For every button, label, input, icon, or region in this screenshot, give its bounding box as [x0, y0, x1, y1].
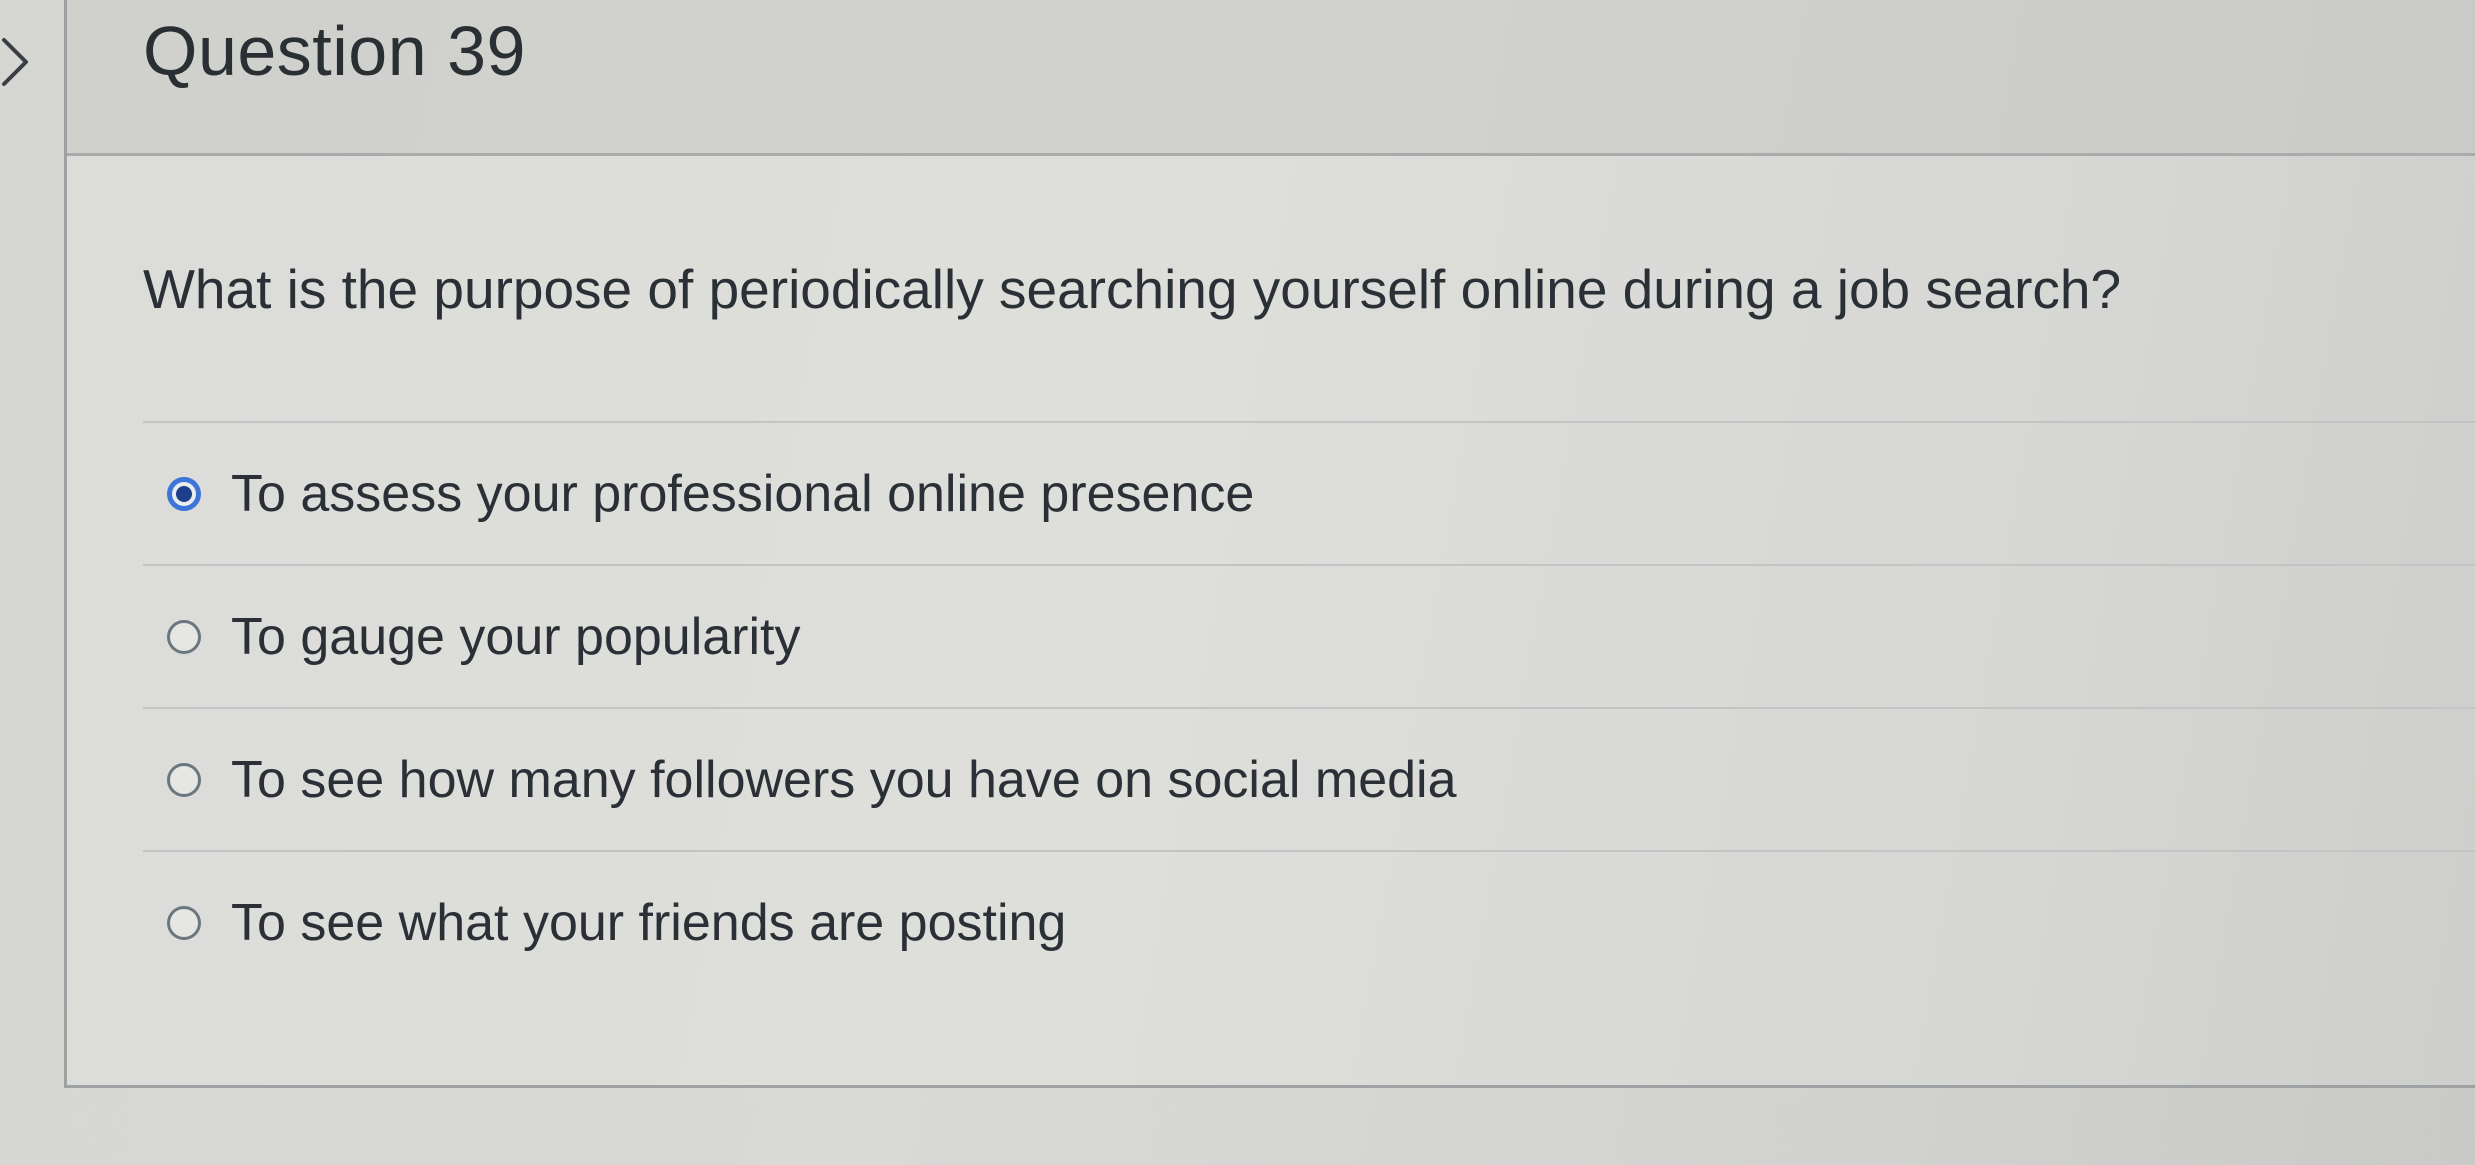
- collapse-toggle[interactable]: [0, 22, 40, 92]
- chevron-right-icon: [2, 38, 28, 86]
- answer-label[interactable]: To see how many followers you have on so…: [231, 750, 1457, 810]
- answer-list: To assess your professional online prese…: [143, 421, 2475, 993]
- answer-option[interactable]: To see how many followers you have on so…: [143, 707, 2475, 850]
- radio-unselected-icon[interactable]: [167, 619, 201, 654]
- question-title: Question 39: [143, 12, 526, 90]
- answer-label[interactable]: To see what your friends are posting: [231, 893, 1066, 953]
- answer-option[interactable]: To gauge your popularity: [143, 564, 2475, 707]
- radio-unselected-icon[interactable]: [167, 905, 201, 940]
- question-card: Question 39 What is the purpose of perio…: [64, 0, 2475, 1088]
- answer-option[interactable]: To see what your friends are posting: [143, 850, 2475, 993]
- question-text: What is the purpose of periodically sear…: [143, 258, 2122, 320]
- answer-label[interactable]: To gauge your popularity: [231, 607, 801, 667]
- question-header: Question 39: [67, 0, 2475, 156]
- answer-label[interactable]: To assess your professional online prese…: [231, 464, 1254, 524]
- radio-selected-icon[interactable]: [167, 476, 201, 511]
- radio-unselected-icon[interactable]: [167, 762, 201, 797]
- answer-option[interactable]: To assess your professional online prese…: [143, 421, 2475, 564]
